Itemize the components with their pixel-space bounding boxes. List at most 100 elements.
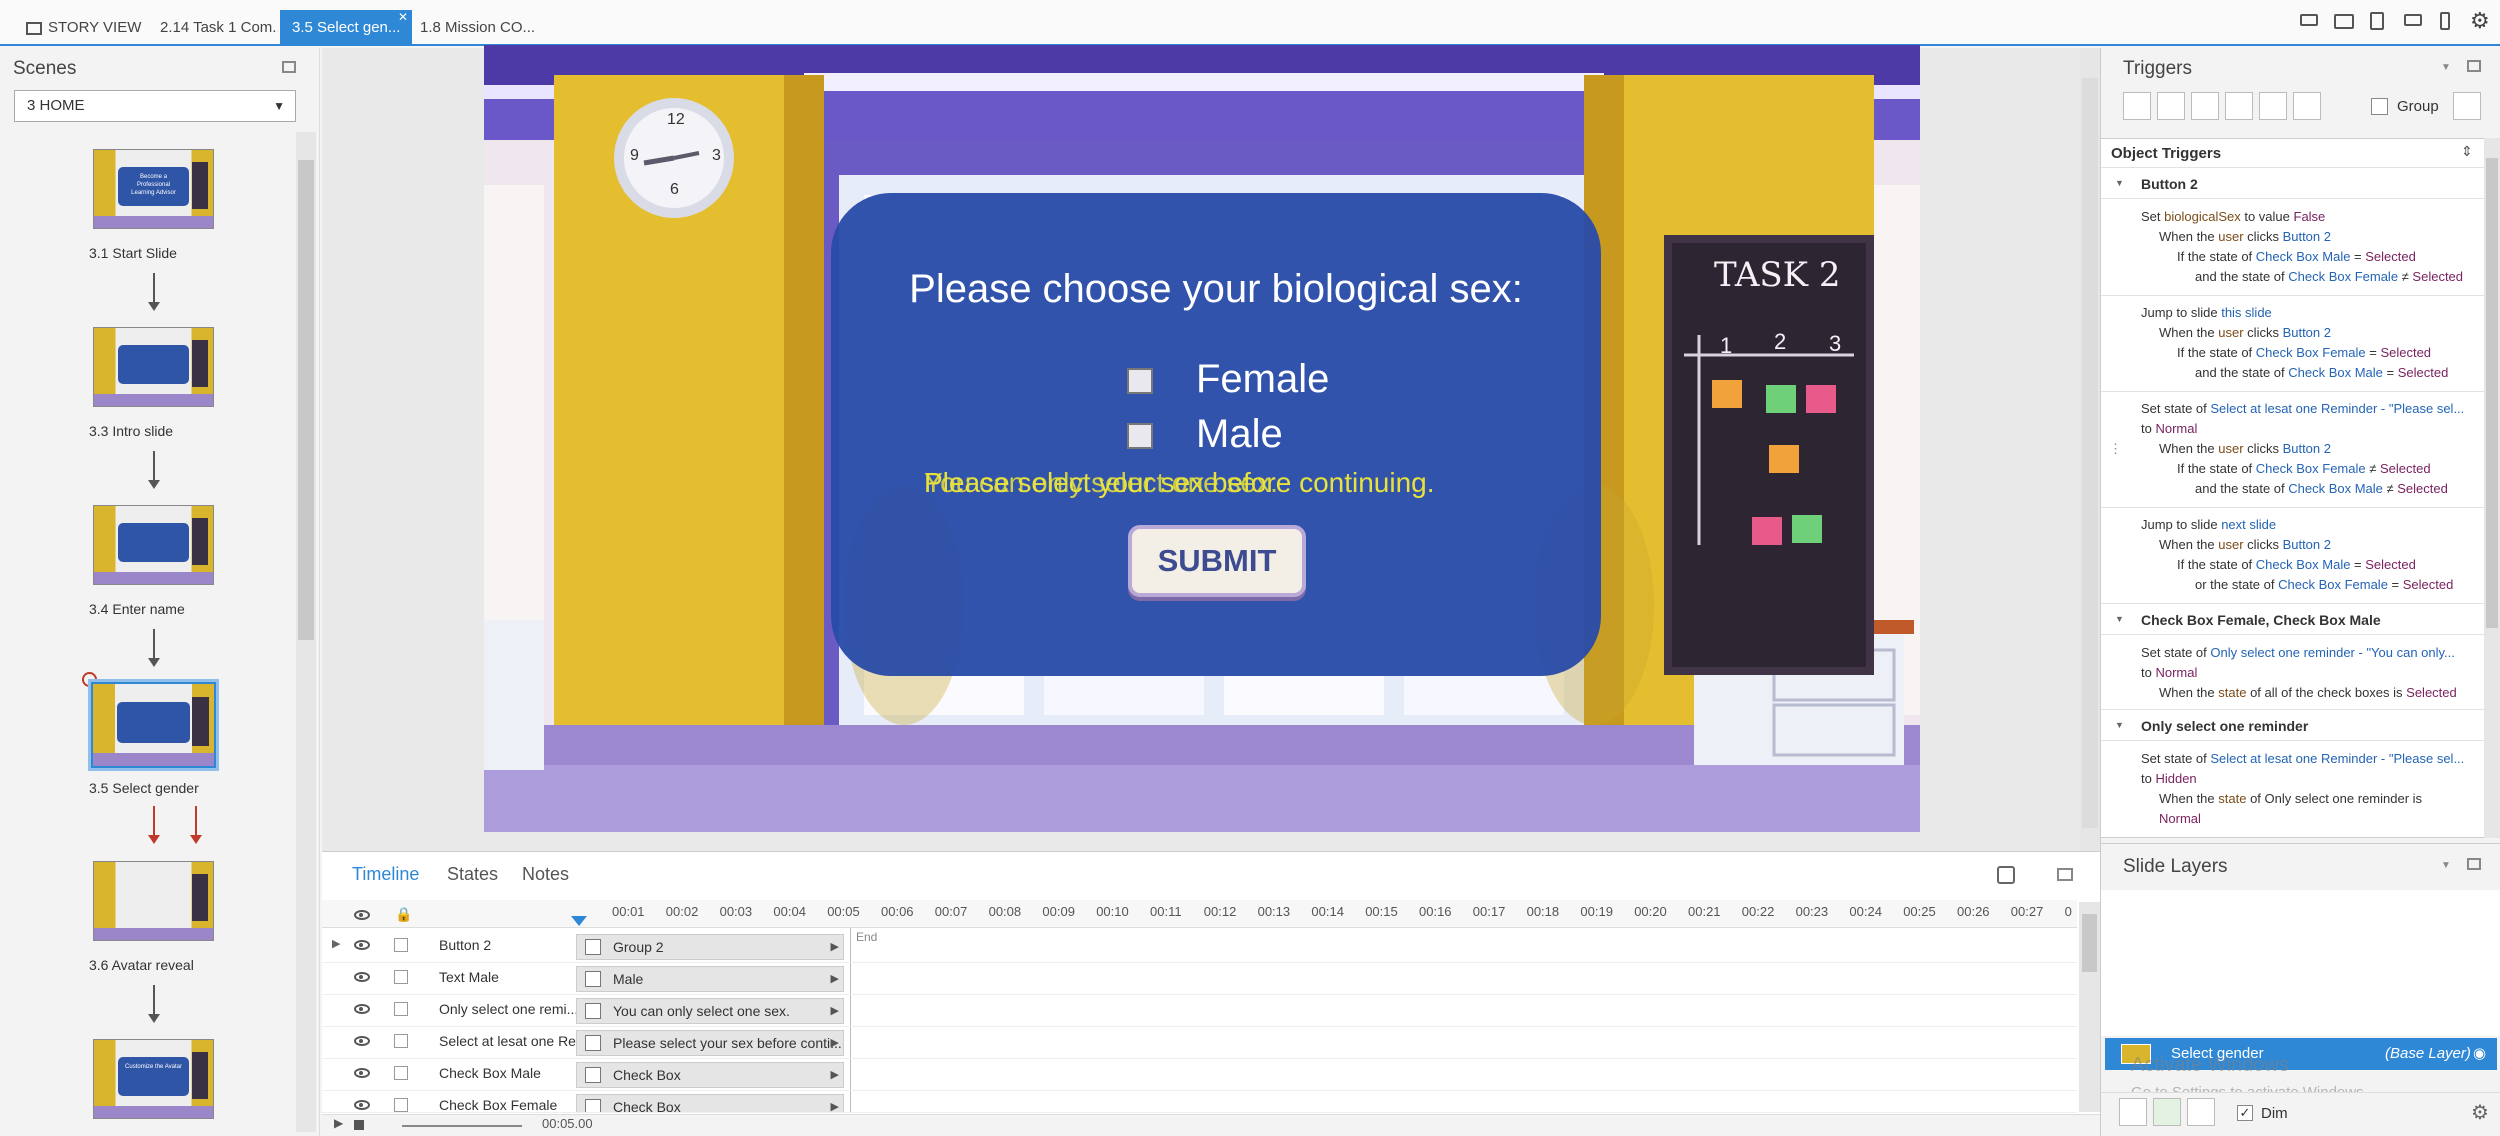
row-name: Select at lesat one Re... [439,1033,579,1049]
eye-icon[interactable] [354,972,370,982]
slide-thumb-3-3[interactable] [93,327,214,407]
timeline-row[interactable]: Check Box Male Check Box ▶ [322,1059,2077,1091]
row-bar[interactable]: Check Box ▶ [576,1062,844,1088]
new-trigger-button[interactable] [2123,92,2151,120]
tablet-landscape-icon[interactable] [2404,14,2422,26]
timeline-tick-label: 00:11 [1150,904,1182,919]
zoom-slider[interactable] [402,1125,522,1127]
view-icon-1[interactable] [2300,14,2318,26]
drag-handle-icon[interactable]: ⋮ [2109,441,2122,457]
expand-icon[interactable]: ▶ [332,937,340,950]
new-layer-button[interactable] [2119,1098,2147,1126]
panel-float-icon[interactable] [2467,858,2481,870]
row-bar[interactable]: Check Box ▶ [576,1094,844,1113]
male-checkbox[interactable] [1127,423,1153,449]
slide-thumb-3-1[interactable]: Become a Professional Learning Advisor [93,149,214,229]
triggers-scrollbar[interactable] [2484,138,2500,838]
row-bar[interactable]: You can only select one sex. ▶ [576,998,844,1024]
playhead-icon[interactable] [571,916,587,926]
tab-timeline[interactable]: Timeline [352,864,419,885]
lock-icon[interactable]: 🔒 [395,906,412,923]
eye-icon[interactable] [354,940,370,950]
stage-scrollbar[interactable] [2080,48,2100,851]
submit-button[interactable]: SUBMIT [1128,525,1306,597]
eye-icon[interactable] [354,910,370,920]
scene-dropdown[interactable]: 3 HOME ▼ [14,90,296,122]
timeline-tick-label: 00:18 [1526,904,1560,919]
scenes-scrollbar[interactable] [296,132,316,1132]
timeline-row[interactable]: Select at lesat one Re... Please select … [322,1027,2077,1059]
move-trigger-button[interactable] [2293,92,2321,120]
tab-story-view[interactable]: STORY VIEW [14,10,153,46]
play-icon[interactable]: ▶ [334,1116,343,1130]
group-checkbox[interactable] [2371,98,2388,115]
slide-thumb-next[interactable]: Customize the Avatar [93,1039,214,1119]
panel-float-icon[interactable] [2057,868,2073,881]
timeline-scrollbar[interactable] [2079,902,2100,1112]
panel-float-icon[interactable] [282,61,296,73]
delete-trigger-button[interactable] [2259,92,2287,120]
trigger-6-action[interactable]: Set state of Select at lesat one Reminde… [2141,751,2464,766]
slide-thumb-3-6[interactable] [93,861,214,941]
duplicate-layer-button[interactable] [2153,1098,2181,1126]
row-bar[interactable]: Group 2 ▶ [576,934,844,960]
trigger-5-action[interactable]: Set state of Only select one reminder - … [2141,645,2455,660]
dim-checkbox[interactable]: ✓ [2237,1105,2253,1121]
collapse-icon[interactable]: ▼ [2115,614,2124,624]
lock-checkbox[interactable] [394,938,408,952]
panel-float-icon[interactable] [2467,60,2481,72]
trigger-1-action[interactable]: Set biologicalSex to value False [2141,209,2325,224]
timeline-tick-label: 00:24 [1849,904,1882,919]
trigger-4-action[interactable]: Jump to slide next slide [2141,517,2276,532]
trigger-variables-button[interactable] [2453,92,2481,120]
lock-checkbox[interactable] [394,1098,408,1112]
collapse-all-icon[interactable]: ⇕ [2461,143,2473,160]
eye-icon[interactable]: ◉ [2473,1038,2486,1070]
stop-icon[interactable] [354,1120,364,1130]
timeline-tick-label: 0 [2064,904,2072,919]
trigger-2-action[interactable]: Jump to slide this slide [2141,305,2272,320]
caret-right-icon: ▶ [830,1101,839,1113]
timeline-row[interactable]: Check Box Female Check Box ▶ [322,1091,2077,1113]
collapse-icon[interactable]: ▼ [2115,720,2124,730]
chevron-down-icon[interactable]: ▼ [2441,860,2451,871]
lock-checkbox[interactable] [394,1066,408,1080]
timeline-row[interactable]: ▶ Button 2 Group 2 ▶ [322,931,2077,963]
timeline-row[interactable]: Text Male Male ▶ [322,963,2077,995]
delete-layer-button[interactable] [2187,1098,2215,1126]
tab-notes[interactable]: Notes [522,864,569,885]
eye-icon[interactable] [354,1036,370,1046]
view-icon-2[interactable] [2334,14,2354,29]
slide-thumb-3-4[interactable] [93,505,214,585]
collapse-icon[interactable]: ▼ [2115,178,2124,188]
gear-icon[interactable]: ⚙ [2471,1100,2489,1125]
lock-checkbox[interactable] [394,970,408,984]
eye-icon[interactable] [354,1004,370,1014]
lock-checkbox[interactable] [394,1034,408,1048]
tablet-view-icon[interactable] [2370,12,2384,30]
lock-checkbox[interactable] [394,1002,408,1016]
phone-view-icon[interactable] [2440,12,2450,30]
trigger-3-action[interactable]: Set state of Select at lesat one Reminde… [2141,401,2464,416]
chevron-down-icon[interactable]: ▼ [2441,62,2451,73]
eye-icon[interactable] [354,1100,370,1110]
paste-trigger-button[interactable] [2225,92,2253,120]
female-checkbox[interactable] [1127,368,1153,394]
timeline-row[interactable]: Only select one remi... You can only sel… [322,995,2077,1027]
tab-states[interactable]: States [447,864,498,885]
caret-right-icon: ▶ [830,1005,839,1017]
tab-task1[interactable]: 2.14 Task 1 Com... [148,10,278,46]
eye-icon[interactable] [354,1068,370,1078]
row-name: Check Box Male [439,1065,541,1081]
tab-select-gender[interactable]: 3.5 Select gen... ✕ [280,10,412,46]
edit-trigger-button[interactable] [2157,92,2185,120]
slide-thumb-3-5[interactable] [88,679,219,771]
object-triggers-list: Object Triggers ⇕ ▼ Button 2 Set biologi… [2101,138,2484,838]
gear-icon[interactable]: ⚙ [2470,8,2490,34]
copy-trigger-button[interactable] [2191,92,2219,120]
row-bar[interactable]: Male ▶ [576,966,844,992]
timeline-options-icon[interactable] [1997,866,2015,884]
close-icon[interactable]: ✕ [398,10,408,24]
row-bar[interactable]: Please select your sex before conti... ▶ [576,1030,844,1056]
tab-mission[interactable]: 1.8 Mission CO... [408,10,547,46]
